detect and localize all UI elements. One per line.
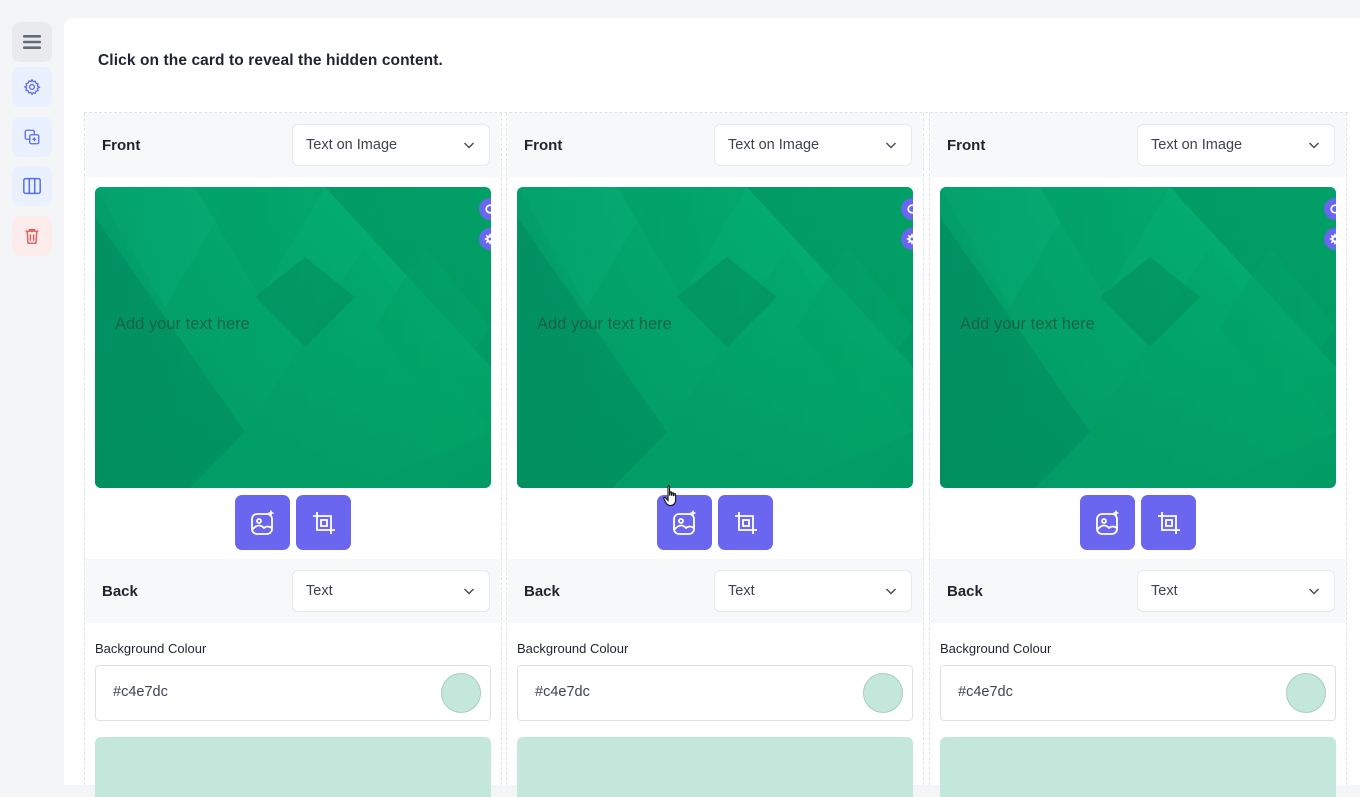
- crop-icon: [734, 511, 757, 534]
- back-header: Back Text: [86, 559, 500, 623]
- image-text: Add your text here: [115, 315, 250, 333]
- crop-button[interactable]: [718, 495, 773, 550]
- background-colour-input[interactable]: #c4e7dc: [940, 665, 1336, 721]
- magic-image-icon: [250, 510, 273, 535]
- background-colour-label: Background Colour: [517, 641, 629, 656]
- front-header: Front Text on Image: [508, 113, 922, 177]
- front-type-select[interactable]: Text on Image: [714, 124, 912, 166]
- colour-hex-value: #c4e7dc: [113, 684, 168, 700]
- image-background: [95, 187, 491, 488]
- duplicate-button[interactable]: [12, 117, 52, 157]
- crop-button[interactable]: [1141, 495, 1196, 550]
- back-label: Back: [102, 583, 138, 600]
- background-colour-label: Background Colour: [95, 641, 207, 656]
- ai-image-button[interactable]: [1080, 495, 1135, 550]
- front-type-value: Text on Image: [306, 137, 398, 153]
- duplicate-icon: [24, 129, 40, 145]
- back-header: Back Text: [931, 559, 1345, 623]
- columns-button[interactable]: [12, 166, 52, 206]
- chevron-down-icon: [1308, 142, 1320, 149]
- front-image[interactable]: Add your text here: [95, 187, 491, 488]
- image-background: [940, 187, 1336, 488]
- card-column-1: Front Text on Image Add your text here B…: [84, 113, 502, 797]
- chevron-down-icon: [1308, 588, 1320, 595]
- back-card-preview[interactable]: [95, 737, 491, 797]
- colour-swatch[interactable]: [863, 673, 903, 713]
- back-type-select[interactable]: Text: [1137, 570, 1335, 612]
- front-header: Front Text on Image: [86, 113, 500, 177]
- background-colour-input[interactable]: #c4e7dc: [95, 665, 491, 721]
- gear-icon: [23, 78, 41, 96]
- back-type-select[interactable]: Text: [714, 570, 912, 612]
- refresh-icon: [907, 204, 913, 214]
- chevron-down-icon: [885, 142, 897, 149]
- columns-icon: [23, 177, 41, 195]
- colour-swatch[interactable]: [441, 673, 481, 713]
- settings-button[interactable]: [12, 67, 52, 107]
- back-card-preview[interactable]: [940, 737, 1336, 797]
- back-label: Back: [524, 583, 560, 600]
- sidebar: [0, 0, 64, 785]
- front-label: Front: [102, 137, 141, 154]
- refresh-icon: [1330, 204, 1336, 214]
- delete-button[interactable]: [12, 216, 52, 256]
- back-type-value: Text: [1151, 583, 1178, 599]
- crop-button[interactable]: [296, 495, 351, 550]
- chevron-down-icon: [463, 588, 475, 595]
- front-image[interactable]: Add your text here: [940, 187, 1336, 488]
- front-label: Front: [524, 137, 563, 154]
- colour-hex-value: #c4e7dc: [535, 684, 590, 700]
- hand-cursor-icon: [663, 485, 677, 507]
- background-colour-label: Background Colour: [940, 641, 1052, 656]
- menu-button[interactable]: [12, 22, 52, 62]
- front-label: Front: [947, 137, 986, 154]
- instructions-text: Click on the card to reveal the hidden c…: [98, 52, 443, 69]
- front-type-value: Text on Image: [728, 137, 820, 153]
- image-text: Add your text here: [537, 315, 672, 333]
- background-colour-input[interactable]: #c4e7dc: [517, 665, 913, 721]
- back-type-select[interactable]: Text: [292, 570, 490, 612]
- card-column-3: Front Text on Image Add your text here B…: [929, 113, 1347, 797]
- back-card-preview[interactable]: [517, 737, 913, 797]
- trash-icon: [25, 228, 39, 244]
- refresh-icon: [485, 204, 491, 214]
- menu-icon: [23, 35, 41, 49]
- back-label: Back: [947, 583, 983, 600]
- gear-icon: [906, 233, 913, 245]
- back-type-value: Text: [728, 583, 755, 599]
- gear-icon: [1329, 233, 1336, 245]
- magic-image-icon: [1095, 510, 1118, 535]
- chevron-down-icon: [463, 142, 475, 149]
- crop-icon: [312, 511, 335, 534]
- front-header: Front Text on Image: [931, 113, 1345, 177]
- magic-image-icon: [672, 510, 695, 535]
- colour-hex-value: #c4e7dc: [958, 684, 1013, 700]
- crop-icon: [1157, 511, 1180, 534]
- front-type-value: Text on Image: [1151, 137, 1243, 153]
- ai-image-button[interactable]: [235, 495, 290, 550]
- chevron-down-icon: [885, 588, 897, 595]
- back-type-value: Text: [306, 583, 333, 599]
- image-text: Add your text here: [960, 315, 1095, 333]
- front-image[interactable]: Add your text here: [517, 187, 913, 488]
- gear-icon: [484, 233, 491, 245]
- card-column-2: Front Text on Image Add your text here B…: [506, 113, 924, 797]
- front-type-select[interactable]: Text on Image: [292, 124, 490, 166]
- front-type-select[interactable]: Text on Image: [1137, 124, 1335, 166]
- colour-swatch[interactable]: [1286, 673, 1326, 713]
- back-header: Back Text: [508, 559, 922, 623]
- image-background: [517, 187, 913, 488]
